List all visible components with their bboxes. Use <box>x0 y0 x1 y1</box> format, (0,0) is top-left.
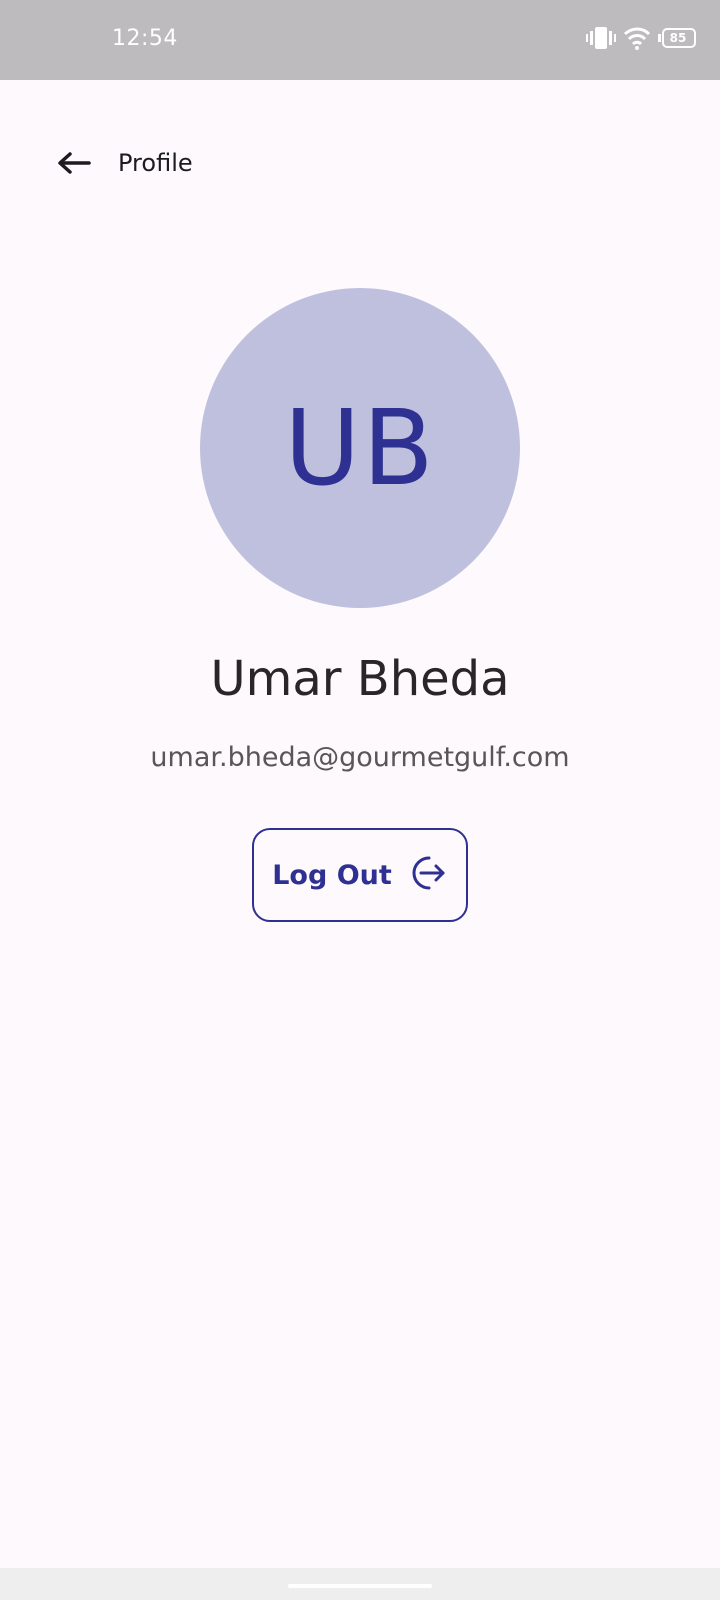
user-email: umar.bheda@gourmetgulf.com <box>150 742 570 773</box>
user-name: Umar Bheda <box>210 651 510 707</box>
vibrate-icon <box>586 26 616 50</box>
wifi-icon <box>624 26 650 50</box>
home-indicator[interactable] <box>288 1584 432 1588</box>
status-bar: 12:54 85 <box>0 0 720 80</box>
arrow-left-icon <box>57 151 91 179</box>
gesture-area <box>0 1568 720 1600</box>
logout-label: Log Out <box>272 859 392 891</box>
avatar-initials: UB <box>284 387 436 509</box>
avatar: UB <box>200 288 520 608</box>
logout-button[interactable]: Log Out <box>252 828 468 922</box>
status-icons: 85 <box>586 26 696 50</box>
back-button[interactable] <box>46 137 102 193</box>
logout-icon <box>408 853 448 897</box>
status-time: 12:54 <box>112 26 178 51</box>
app-bar: Profile <box>0 120 720 206</box>
battery-level: 85 <box>669 31 687 45</box>
battery-icon: 85 <box>658 28 696 48</box>
page-title: Profile <box>118 149 193 177</box>
